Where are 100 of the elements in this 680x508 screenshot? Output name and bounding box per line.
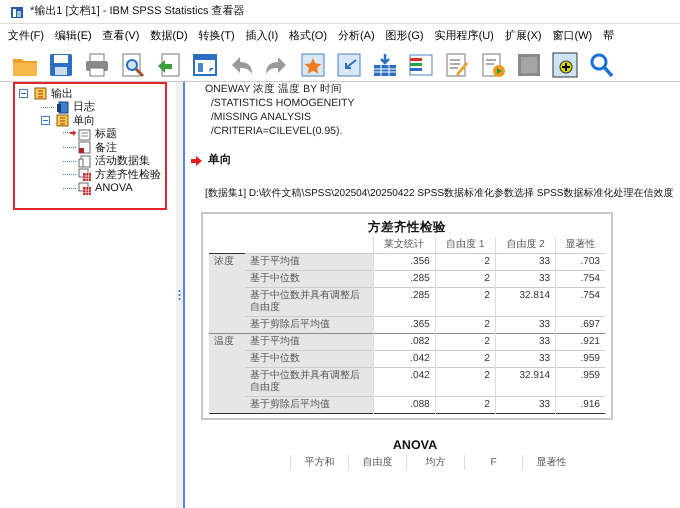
row-label: 基于剪除后平均值 [245,396,373,414]
menu-item[interactable]: 图形(G) [382,28,428,44]
outline-item[interactable]: 输出 [51,88,73,100]
table-cell: 2 [435,254,496,270]
app-icon [10,4,24,18]
menu-item[interactable]: 转换(T) [194,28,239,44]
syntax-line: /MISSING ANALYSIS [210,110,312,124]
table-cell: 2 [435,368,496,396]
table-cell: .042 [373,350,436,368]
menu-item[interactable]: 查看(V) [98,28,144,44]
table-icon [78,168,91,182]
save-icon[interactable] [48,52,74,78]
row-label: 基于中位数并具有调整后自由度 [245,288,373,316]
title-icon [78,128,91,141]
column-header: 自由度 1 [435,237,496,254]
run-document-icon[interactable] [480,52,506,78]
search-icon[interactable] [588,52,614,78]
row-label: 基于平均值 [245,254,373,270]
column-header: 均方 [406,454,464,470]
table-cell: .088 [373,396,436,414]
column-header: 莱文统计 [373,237,436,254]
table-cell: 2 [435,288,496,316]
table-icon [78,182,91,195]
column-header: 自由度 2 [495,237,556,254]
table-cell: 2 [435,350,496,368]
column-header: 显著性 [522,454,580,470]
table-cell: .042 [373,368,436,396]
export-icon[interactable] [156,52,182,78]
column-header: 显著性 [556,237,605,254]
row-label: 基于平均值 [245,334,373,350]
menu-item[interactable]: 格式(O) [285,28,331,44]
menu-item[interactable]: 编辑(E) [51,28,96,44]
outline-item[interactable]: 活动数据集 [95,155,150,168]
table-cell: 32.814 [495,288,556,316]
syntax-line: /STATISTICS HOMOGENEITY [210,96,356,110]
table-cell: .703 [556,254,605,270]
window-title: *输出1 [文档1] - IBM SPSS Statistics 查看器 [30,4,245,20]
print-icon[interactable] [84,52,110,78]
current-item-arrow-icon [191,156,202,166]
table-cell: .285 [373,288,436,316]
log-icon [56,100,69,114]
folder-icon [56,114,69,128]
table-cell: .754 [556,288,605,316]
row-group-label: 浓度 [209,254,245,334]
dataset-path: [数据集1] D:\软件文稿\SPSS\202504\20250422 SPSS数据标准化参数选择 SPSS数据标准化处理在信效度 [205,187,674,200]
table-cell: 2 [435,270,496,288]
print-preview-icon[interactable] [120,52,146,78]
table-cell: .285 [373,270,436,288]
outline-item[interactable]: 方差齐性检验 [95,168,161,181]
dialog-icon[interactable] [192,52,218,78]
outline-item[interactable]: 单向 [73,114,95,127]
edit-document-icon[interactable] [444,52,470,78]
table-cell: .754 [556,270,605,288]
table-cell: .916 [556,396,605,414]
menu-item[interactable]: 数据(D) [146,28,192,44]
collapse-toggle-icon[interactable] [19,89,28,98]
section-heading: 单向 [208,152,232,168]
outline-item[interactable]: 备注 [95,142,117,154]
collapse-toggle-icon[interactable] [41,116,50,126]
table-cell: .959 [556,368,605,396]
syntax-line: /CRITERIA=CILEVEL(0.95). [210,124,344,138]
menu-item[interactable]: 窗口(W) [548,28,596,44]
table-cell: .356 [373,254,436,270]
table-cell: .365 [373,316,436,334]
table-title: 方差齐性检验 [366,219,447,236]
row-label: 基于中位数并具有调整后自由度 [245,368,373,396]
add-item-icon[interactable] [552,52,578,78]
menu-item[interactable]: 分析(A) [334,28,379,44]
table-cell: 2 [435,396,496,414]
insert-cases-icon[interactable] [372,52,398,78]
menu-item[interactable]: 实用程序(U) [430,28,498,44]
outline-item[interactable]: 标题 [95,128,117,140]
column-header: F [464,454,522,470]
outline-item[interactable]: 日志 [73,101,95,114]
outline-item[interactable]: ANOVA [95,182,133,194]
table-cell: 2 [435,334,496,350]
table-cell: 33 [495,396,556,414]
menu-item[interactable]: 插入(I) [242,28,282,44]
splitter-handle[interactable] [176,82,183,508]
table-cell: .697 [556,316,605,334]
table-title: ANOVA [392,437,438,454]
row-label: 基于剪除后平均值 [245,316,373,334]
folder-icon [34,87,47,100]
table-cell: .921 [556,334,605,350]
insert-variable-icon[interactable] [408,52,434,78]
row-label: 基于中位数 [245,350,373,368]
menu-item[interactable]: 文件(F) [4,28,48,44]
notes-icon [78,141,91,154]
table-cell: 2 [435,316,496,334]
star-table-icon[interactable] [300,52,326,78]
table-cell: .959 [556,350,605,368]
column-header: 自由度 [348,454,406,470]
table-cell: 32.914 [495,368,556,396]
table-cell: 33 [495,254,556,270]
table-cell: 33 [495,350,556,368]
column-header: 平方和 [290,454,348,470]
table-cell: 33 [495,270,556,288]
row-group-label: 温度 [209,334,245,414]
menu-item[interactable]: 扩展(X) [500,28,546,44]
menu-item[interactable]: 帮 [599,28,618,44]
